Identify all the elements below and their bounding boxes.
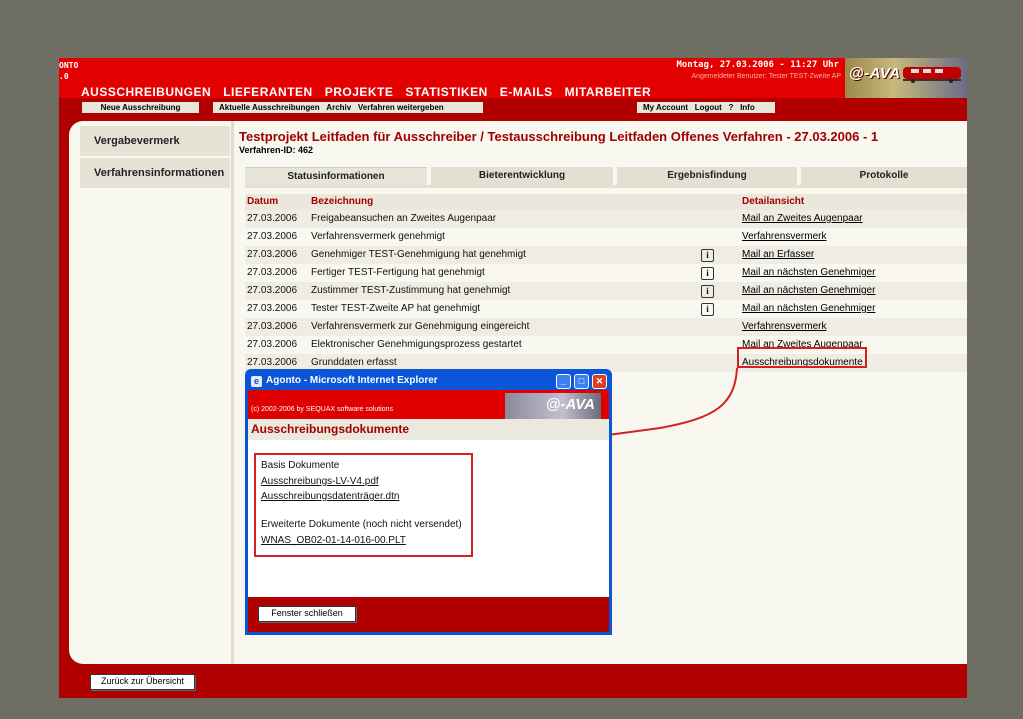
popup-heading: Ausschreibungsdokumente	[248, 419, 609, 440]
back-to-overview-button[interactable]: Zurück zur Übersicht	[90, 674, 195, 690]
table-row: 27.03.2006 Zustimmer TEST-Zustimmung hat…	[245, 282, 967, 300]
table-row: 27.03.2006 Freigabeansuchen an Zweites A…	[245, 210, 967, 228]
row-date: 27.03.2006	[247, 357, 298, 368]
row-detail-link[interactable]: Mail an nächsten Genehmiger	[742, 267, 875, 278]
row-description: Tester TEST-Zweite AP hat genehmigt	[311, 303, 481, 314]
sidebar: Vergabevermerk Verfahrensinformationen	[69, 121, 231, 664]
info-icon[interactable]: i	[701, 303, 714, 316]
tab-bieterentwicklung[interactable]: Bieterentwicklung	[431, 167, 613, 185]
ie-icon: e	[251, 376, 262, 387]
sub-navigation: Neue Ausschreibung Aktuelle Ausschreibun…	[59, 98, 967, 116]
top-header: ONTO .0 Montag, 27.03.2006 - 11:27 Uhr A…	[59, 58, 967, 99]
forward-procedure-link[interactable]: Verfahren weitergeben	[358, 103, 444, 112]
nav-emails[interactable]: E-MAILS	[500, 85, 553, 99]
info-link[interactable]: Info	[740, 103, 755, 112]
row-date: 27.03.2006	[247, 303, 298, 314]
row-detail-link[interactable]: Verfahrensvermerk	[742, 231, 826, 242]
table-row: 27.03.2006 Verfahrensvermerk zur Genehmi…	[245, 318, 967, 336]
sidebar-divider	[231, 121, 234, 664]
train-icon	[903, 67, 961, 83]
tab-protokolle[interactable]: Protokolle	[801, 167, 967, 185]
row-description: Fertiger TEST-Fertigung hat genehmigt	[311, 267, 485, 278]
help-link[interactable]: ?	[729, 103, 734, 112]
row-description: Grunddaten erfasst	[311, 357, 397, 368]
table-row: 27.03.2006 Fertiger TEST-Fertigung hat g…	[245, 264, 967, 282]
popup-title: Agonto - Microsoft Internet Explorer	[266, 375, 438, 386]
popup-header: (c) 2002-2006 by SEQUAX software solutio…	[248, 390, 609, 419]
row-date: 27.03.2006	[247, 249, 298, 260]
close-icon[interactable]: ✕	[592, 374, 607, 389]
archive-link[interactable]: Archiv	[326, 103, 351, 112]
popup-title-bar: e Agonto - Microsoft Internet Explorer _…	[248, 372, 609, 390]
table-row: 27.03.2006 Verfahrensvermerk genehmigt V…	[245, 228, 967, 246]
row-detail-link[interactable]: Mail an Zweites Augenpaar	[742, 213, 863, 224]
tab-underline	[245, 185, 967, 188]
table-row: 27.03.2006 Tester TEST-Zweite AP hat gen…	[245, 300, 967, 318]
row-date: 27.03.2006	[247, 213, 298, 224]
row-date: 27.03.2006	[247, 231, 298, 242]
tab-bar: Statusinformationen Bieterentwicklung Er…	[245, 165, 967, 186]
ava-logo: @-AVA	[845, 58, 967, 98]
logged-in-user: Angemeldeter Benutzer: Tester TEST-Zweit…	[691, 73, 841, 80]
logo-text: @-AVA	[849, 65, 901, 82]
row-date: 27.03.2006	[247, 285, 298, 296]
row-date: 27.03.2006	[247, 321, 298, 332]
my-account-link[interactable]: My Account	[643, 103, 688, 112]
maximize-icon[interactable]: □	[574, 374, 589, 389]
column-header-datum: Datum	[247, 196, 279, 207]
info-icon[interactable]: i	[701, 285, 714, 298]
row-date: 27.03.2006	[247, 267, 298, 278]
popup-logo-text: @-AVA	[545, 396, 595, 413]
account-group: My Account Logout ? Info	[637, 102, 775, 113]
row-description: Freigabeansuchen an Zweites Augenpaar	[311, 213, 497, 224]
copyright-text: (c) 2002-2006 by SEQUAX software solutio…	[251, 406, 394, 413]
new-tender-button[interactable]: Neue Ausschreibung	[82, 102, 199, 113]
row-detail-link[interactable]: Verfahrensvermerk	[742, 321, 826, 332]
sidebar-item-verfahrensinformationen[interactable]: Verfahrensinformationen	[80, 158, 230, 188]
row-description: Verfahrensvermerk zur Genehmigung einger…	[311, 321, 530, 332]
status-table: Datum Bezeichnung Detailansicht 27.03.20…	[245, 194, 967, 372]
table-header: Datum Bezeichnung Detailansicht	[245, 194, 967, 210]
table-row: 27.03.2006 Genehmiger TEST-Genehmigung h…	[245, 246, 967, 264]
close-window-button[interactable]: Fenster schließen	[258, 606, 356, 622]
row-detail-link[interactable]: Mail an nächsten Genehmiger	[742, 285, 875, 296]
brand-fragment: ONTO .0	[59, 61, 79, 81]
sub-nav-group: Aktuelle Ausschreibungen Archiv Verfahre…	[213, 102, 483, 113]
row-description: Verfahrensvermerk genehmigt	[311, 231, 445, 242]
nav-ausschreibungen[interactable]: AUSSCHREIBUNGEN	[81, 85, 211, 99]
main-navigation: AUSSCHREIBUNGEN LIEFERANTEN PROJEKTE STA…	[81, 85, 651, 99]
row-date: 27.03.2006	[247, 339, 298, 350]
nav-projekte[interactable]: PROJEKTE	[325, 85, 394, 99]
documents-highlight-box	[254, 453, 473, 557]
column-header-detailansicht: Detailansicht	[742, 196, 805, 207]
tab-ergebnisfindung[interactable]: Ergebnisfindung	[617, 167, 797, 185]
info-icon[interactable]: i	[701, 249, 714, 262]
row-description: Zustimmer TEST-Zustimmung hat genehmigt	[311, 285, 511, 296]
link-highlight-box	[737, 347, 867, 368]
nav-lieferanten[interactable]: LIEFERANTEN	[223, 85, 313, 99]
logout-link[interactable]: Logout	[695, 103, 722, 112]
nav-mitarbeiter[interactable]: MITARBEITER	[565, 85, 652, 99]
row-description: Elektronischer Genehmigungsprozess gesta…	[311, 339, 522, 350]
date-time: Montag, 27.03.2006 - 11:27 Uhr	[676, 60, 839, 70]
row-detail-link[interactable]: Mail an nächsten Genehmiger	[742, 303, 875, 314]
tab-statusinformationen[interactable]: Statusinformationen	[245, 167, 427, 186]
current-tenders-link[interactable]: Aktuelle Ausschreibungen	[219, 103, 320, 112]
column-header-bezeichnung: Bezeichnung	[311, 196, 374, 207]
info-icon[interactable]: i	[701, 267, 714, 280]
popup-footer: Fenster schließen	[248, 597, 609, 632]
procedure-id: Verfahren-ID: 462	[239, 145, 314, 155]
page-title: Testprojekt Leitfaden für Ausschreiber /…	[239, 129, 879, 144]
nav-statistiken[interactable]: STATISTIKEN	[405, 85, 487, 99]
row-description: Genehmiger TEST-Genehmigung hat genehmig…	[311, 249, 526, 260]
popup-logo: @-AVA	[505, 393, 601, 419]
minimize-icon[interactable]: _	[556, 374, 571, 389]
sidebar-item-vergabevermerk[interactable]: Vergabevermerk	[80, 126, 230, 156]
row-detail-link[interactable]: Mail an Erfasser	[742, 249, 814, 260]
